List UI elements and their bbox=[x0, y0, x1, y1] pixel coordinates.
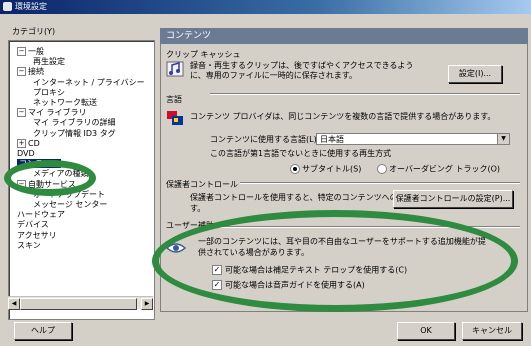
chevron-down-icon[interactable]: ▼ bbox=[497, 134, 509, 144]
collapse-icon[interactable]: − bbox=[17, 47, 26, 56]
tree-item-label: 一般 bbox=[28, 47, 44, 56]
tree-item[interactable]: − 接続 bbox=[17, 67, 44, 77]
accessibility-heading: ユーザー補助 bbox=[166, 221, 214, 230]
tree-item-label: クリップ情報 ID3 タグ bbox=[33, 128, 116, 138]
tree-item-label: ネットワーク転送 bbox=[33, 98, 97, 107]
tree-item[interactable]: クリップ情報 ID3 タグ bbox=[33, 129, 116, 139]
category-label: カテゴリ(Y) bbox=[12, 27, 56, 36]
radio-overdub[interactable]: オーバーダビング トラック(O) bbox=[377, 164, 500, 175]
tree-item[interactable]: インターネット / プライバシー bbox=[33, 78, 145, 88]
tree-item-label: プロキシ bbox=[33, 87, 65, 97]
divider bbox=[210, 93, 520, 95]
tree-item[interactable]: プロキシ bbox=[33, 88, 65, 98]
tree-item-label: DVD bbox=[17, 149, 35, 158]
checkbox-audio-label: 可能な場合は音声ガイドを使用する(A) bbox=[225, 280, 365, 290]
checkbox-checked-icon[interactable]: ✓ bbox=[212, 265, 222, 275]
tree-item[interactable]: 再生設定 bbox=[33, 57, 65, 67]
tree-item-label: 自動サービス bbox=[28, 179, 76, 189]
tree-item[interactable]: デバイス bbox=[17, 220, 49, 230]
eye-icon bbox=[166, 243, 186, 253]
accessibility-desc-2: 供されている場合があります。 bbox=[198, 248, 309, 257]
panel-title: コンテンツ bbox=[160, 28, 528, 44]
category-tree[interactable]: − 一般 再生設定 − 接続 インターネット / プライバシー プロキシ ネットワーク転送 − マ… bbox=[8, 40, 155, 320]
parental-desc-2: す。 bbox=[190, 204, 206, 213]
clip-cache-desc-2: に、専用のファイルに一時的に保存されます。 bbox=[190, 71, 357, 80]
tree-item-label: オートアップデート bbox=[33, 189, 105, 199]
tree-item-label: 再生設定 bbox=[33, 57, 65, 67]
scroll-thumb[interactable] bbox=[20, 298, 137, 310]
collapse-icon[interactable]: − bbox=[17, 179, 26, 189]
scroll-left-icon[interactable]: ◀ bbox=[8, 298, 20, 310]
clip-cache-desc-1: 録音・再生するクリップは、後ですばやくアクセスできるよう bbox=[190, 61, 414, 70]
title-bar: 環境設定 bbox=[0, 0, 531, 14]
tree-horizontal-scrollbar[interactable]: ◀ ▶ bbox=[8, 296, 153, 310]
checkbox-captions[interactable]: ✓ 可能な場合は補足テキスト テロップを使用する(C) bbox=[212, 265, 407, 276]
clip-cache-settings-button[interactable]: 設定(I)... bbox=[448, 65, 502, 83]
tree-item-label: メッセージ センター bbox=[33, 200, 108, 209]
checkbox-audio[interactable]: ✓ 可能な場合は音声ガイドを使用する(A) bbox=[212, 280, 365, 291]
accessibility-desc-1: 一部のコンテンツには、耳や目の不自由なユーザーをサポートする追加機能が提 bbox=[198, 237, 486, 246]
collapse-icon[interactable]: − bbox=[17, 67, 26, 77]
tree-item[interactable]: オートアップデート bbox=[33, 190, 105, 200]
tree-item[interactable]: コンテンツ bbox=[17, 159, 61, 169]
window-title: 環境設定 bbox=[15, 2, 47, 11]
divider bbox=[240, 182, 520, 184]
radio-button-icon[interactable] bbox=[377, 164, 387, 174]
tree-item-label: 接続 bbox=[28, 67, 44, 77]
parental-control-settings-button[interactable]: 保護者コントロールの設定(P)... bbox=[393, 190, 513, 208]
cancel-button[interactable]: キャンセル bbox=[462, 322, 522, 340]
tree-item-label: ハードウェア bbox=[17, 210, 65, 220]
preferred-language-label: コンテンツに使用する言語(L): bbox=[210, 135, 320, 144]
ok-button[interactable]: OK bbox=[397, 322, 455, 340]
tree-item-label: インターネット / プライバシー bbox=[33, 77, 145, 87]
preferred-language-select[interactable]: 日本語 ▼ bbox=[316, 133, 510, 145]
tree-item[interactable]: − 自動サービス bbox=[17, 179, 76, 190]
app-icon bbox=[3, 2, 12, 11]
tree-item-label: アクセサリ bbox=[17, 230, 57, 240]
tree-item[interactable]: ネットワーク転送 bbox=[33, 98, 97, 108]
help-button[interactable]: ヘルプ bbox=[14, 322, 72, 340]
tree-item[interactable]: メッセージ センター bbox=[33, 200, 107, 210]
scroll-right-icon[interactable]: ▶ bbox=[141, 298, 153, 310]
tree-item[interactable]: − 一般 bbox=[17, 47, 44, 57]
checkbox-checked-icon[interactable]: ✓ bbox=[212, 280, 222, 290]
radio-subtitles[interactable]: サブタイトル(S) bbox=[290, 164, 361, 175]
tree-item[interactable]: アクセサリ bbox=[17, 231, 57, 241]
radio-overdub-label: オーバーダビング トラック(O) bbox=[389, 164, 501, 174]
tree-item-label: コンテンツ bbox=[17, 159, 61, 169]
radio-button-icon[interactable] bbox=[290, 164, 300, 174]
tree-item[interactable]: ハードウェア bbox=[17, 210, 65, 220]
fallback-method-label: この言語が第1言語でないときに使用する再生方式 bbox=[210, 149, 392, 158]
tree-item[interactable]: メディアの種類 bbox=[33, 169, 88, 179]
checkbox-captions-label: 可能な場合は補足テキスト テロップを使用する(C) bbox=[225, 265, 408, 275]
expand-icon[interactable]: + bbox=[17, 138, 26, 148]
parental-heading: 保護者コントロール bbox=[166, 180, 238, 189]
tree-item-label: マイ ライブラリ bbox=[28, 108, 87, 118]
tree-item-label: CD bbox=[28, 138, 40, 148]
clip-cache-heading: クリップ キャッシュ bbox=[166, 50, 241, 59]
tree-item[interactable]: + CD bbox=[17, 138, 40, 149]
language-description: コンテンツ プロバイダは、同じコンテンツを複数の言語で提供する場合があります。 bbox=[190, 112, 496, 121]
tree-item-label: マイ ライブラリの詳細 bbox=[33, 118, 116, 128]
language-flags-icon bbox=[167, 111, 183, 125]
tree-item[interactable]: − マイ ライブラリ bbox=[17, 108, 87, 118]
tree-item[interactable]: DVD bbox=[17, 149, 35, 159]
tree-item-label: スキン bbox=[17, 240, 41, 250]
music-note-icon bbox=[166, 61, 184, 77]
radio-subtitles-label: サブタイトル(S) bbox=[302, 164, 362, 174]
collapse-icon[interactable]: − bbox=[17, 108, 26, 118]
tree-item[interactable]: スキン bbox=[17, 241, 41, 251]
tree-item-label: デバイス bbox=[17, 220, 49, 230]
preferred-language-value: 日本語 bbox=[320, 135, 344, 144]
tree-item-label: メディアの種類 bbox=[33, 169, 89, 179]
divider bbox=[220, 226, 520, 228]
tree-item[interactable]: マイ ライブラリの詳細 bbox=[33, 118, 116, 128]
language-heading: 言語 bbox=[166, 95, 182, 104]
